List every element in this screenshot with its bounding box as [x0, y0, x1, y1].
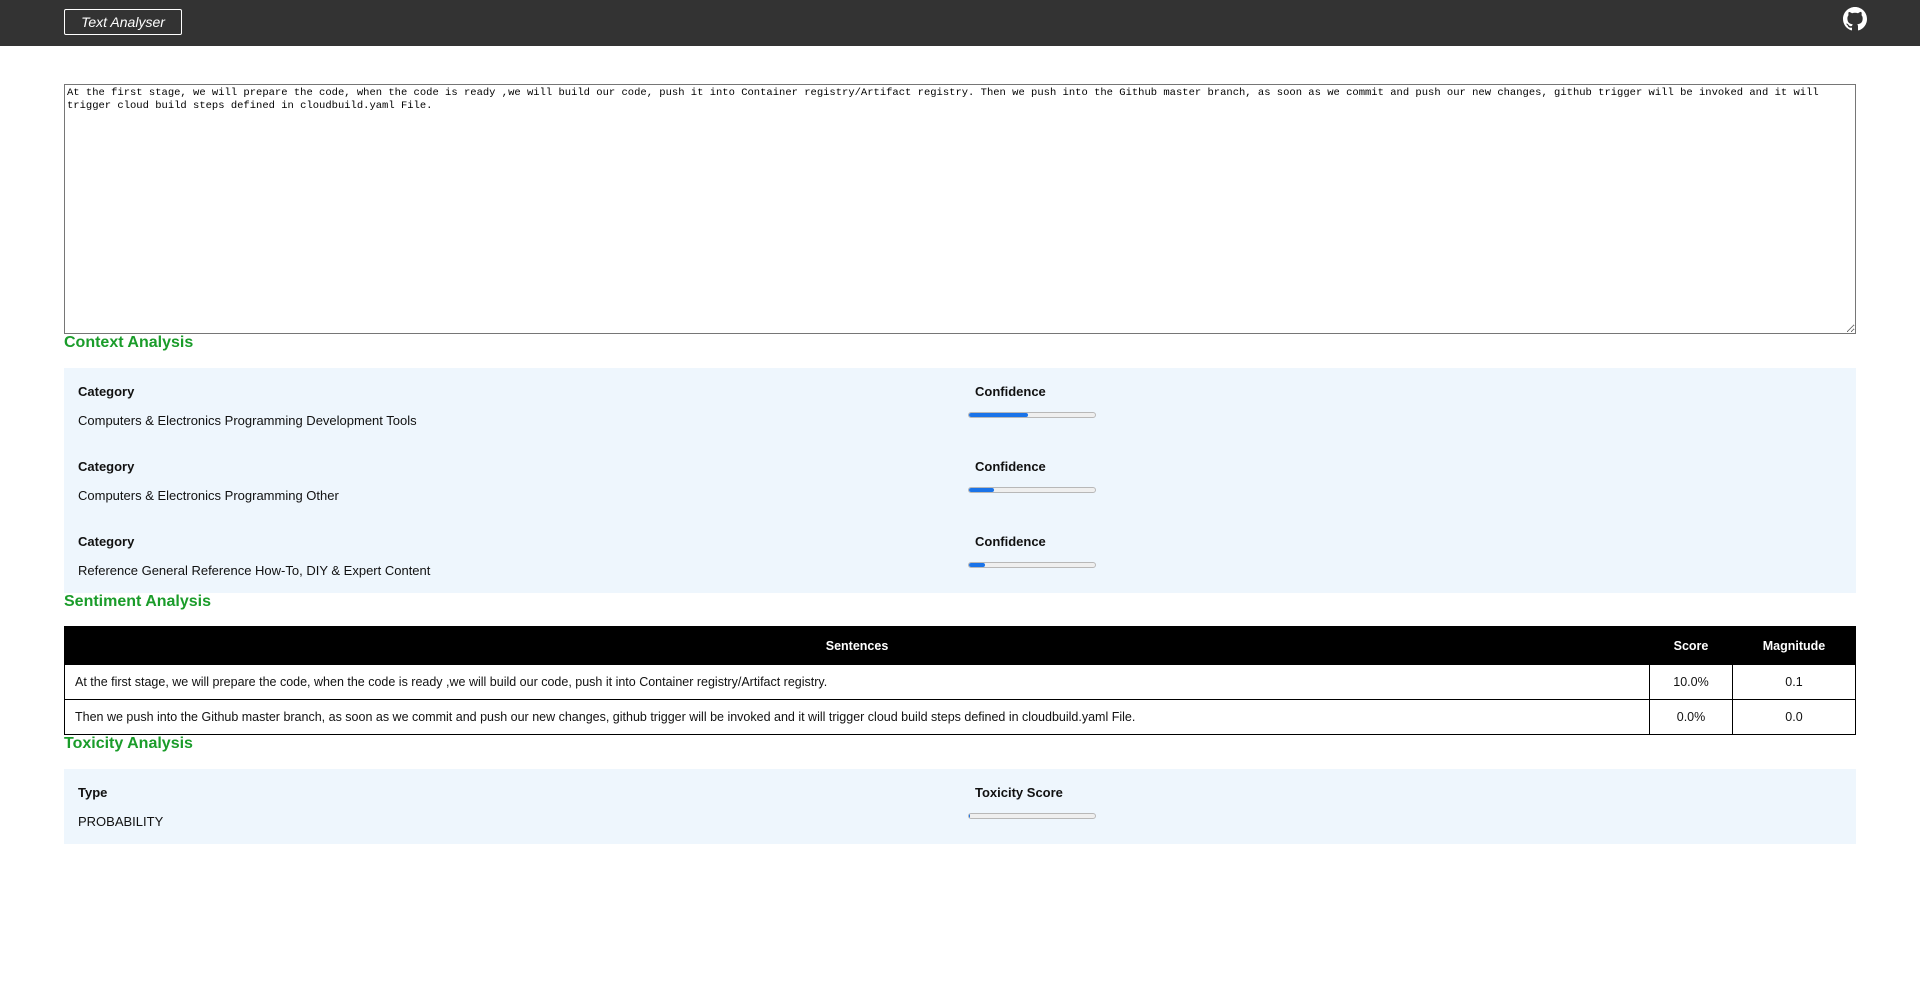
- confidence-bar-fill: [969, 563, 986, 567]
- confidence-label: Confidence: [975, 459, 1046, 474]
- confidence-bar-fill: [969, 488, 995, 492]
- sentiment-table: Sentences Score Magnitude At the first s…: [64, 626, 1856, 735]
- context-row: Category Computers & Electronics Program…: [64, 368, 1856, 443]
- category-label: Category: [78, 534, 135, 549]
- text-input[interactable]: At the first stage, we will prepare the …: [64, 84, 1856, 334]
- context-analysis-title: Context Analysis: [64, 334, 194, 351]
- score-cell: 10.0%: [1649, 664, 1733, 700]
- sentence-cell: At the first stage, we will prepare the …: [64, 664, 1650, 700]
- table-row: Then we push into the Github master bran…: [64, 699, 1856, 735]
- magnitude-header: Magnitude: [1732, 626, 1856, 665]
- sentence-cell: Then we push into the Github master bran…: [64, 699, 1650, 735]
- sentences-header: Sentences: [64, 626, 1650, 665]
- github-icon[interactable]: [1843, 7, 1867, 31]
- magnitude-cell: 0.1: [1732, 664, 1856, 700]
- context-row: Category Reference General Reference How…: [64, 518, 1856, 593]
- confidence-label: Confidence: [975, 384, 1046, 399]
- toxicity-row: Type PROBABILITY Toxicity Score: [64, 769, 1856, 844]
- score-header: Score: [1649, 626, 1733, 665]
- category-value: Computers & Electronics Programming Othe…: [78, 488, 339, 503]
- confidence-bar: [968, 562, 1096, 568]
- category-value: Computers & Electronics Programming Deve…: [78, 413, 417, 428]
- confidence-bar: [968, 412, 1096, 418]
- type-label: Type: [78, 785, 108, 800]
- toxicity-score-bar: [968, 813, 1096, 819]
- confidence-bar-fill: [969, 413, 1029, 417]
- main-content: At the first stage, we will prepare the …: [0, 84, 1920, 844]
- brand-button[interactable]: Text Analyser: [64, 9, 182, 35]
- category-value: Reference General Reference How-To, DIY …: [78, 563, 431, 578]
- toxicity-analysis-panel: Type PROBABILITY Toxicity Score: [64, 769, 1856, 844]
- top-navbar: Text Analyser: [0, 0, 1920, 46]
- table-row: At the first stage, we will prepare the …: [64, 664, 1856, 700]
- sentiment-analysis-title: Sentiment Analysis: [64, 593, 212, 610]
- toxicity-analysis-title: Toxicity Analysis: [64, 735, 193, 752]
- magnitude-cell: 0.0: [1732, 699, 1856, 735]
- toxicity-score-bar-fill: [969, 814, 971, 818]
- confidence-bar: [968, 487, 1096, 493]
- category-label: Category: [78, 459, 135, 474]
- sentiment-header-row: Sentences Score Magnitude: [64, 626, 1856, 665]
- score-cell: 0.0%: [1649, 699, 1733, 735]
- category-label: Category: [78, 384, 135, 399]
- confidence-label: Confidence: [975, 534, 1046, 549]
- context-analysis-panel: Category Computers & Electronics Program…: [64, 368, 1856, 593]
- type-value: PROBABILITY: [78, 814, 164, 829]
- toxicity-score-label: Toxicity Score: [975, 785, 1063, 800]
- context-row: Category Computers & Electronics Program…: [64, 443, 1856, 518]
